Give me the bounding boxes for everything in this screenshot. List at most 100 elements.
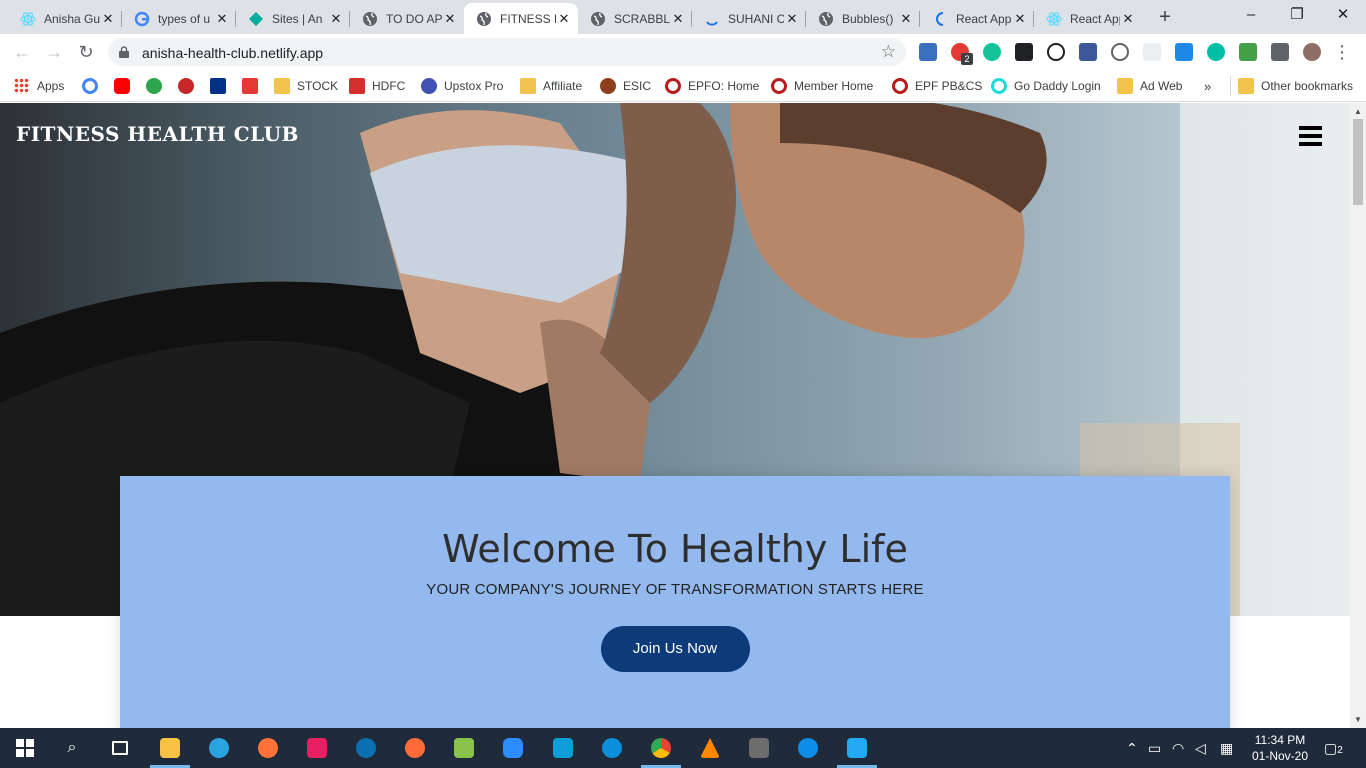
translate-extension-icon[interactable] [919,43,937,61]
teamviewer-icon[interactable] [796,736,820,760]
task-view-icon[interactable] [108,736,132,760]
volume-icon[interactable]: ◁ [1195,740,1206,757]
bookmark-godaddy[interactable]: Go Daddy Login [991,76,1101,96]
bookmark-apps[interactable]: Apps [14,76,64,96]
bookmark-stock[interactable]: STOCK [274,76,338,96]
close-icon[interactable]: ✕ [898,11,914,27]
close-icon[interactable]: ✕ [556,11,572,27]
bookmark-paypal[interactable] [210,76,233,96]
calculator-icon[interactable] [747,736,771,760]
scroll-up-icon[interactable]: ▲ [1354,107,1362,116]
remote-app-icon[interactable] [551,736,575,760]
telegram-icon[interactable] [207,736,231,760]
bookmark-hdfc[interactable]: HDFC [349,76,405,96]
close-icon[interactable]: ✕ [214,11,230,27]
bookmark-arrow[interactable] [242,76,265,96]
bookmark-esic[interactable]: ESIC [600,76,651,96]
tab-google[interactable]: types of u ✕ [122,3,236,34]
tab-anisha[interactable]: Anisha Gu ✕ [8,3,122,34]
media-app-icon[interactable] [305,736,329,760]
chart-extension-icon[interactable] [1239,43,1257,61]
notifications-count: 2 [1337,745,1343,756]
edge-icon[interactable] [600,736,624,760]
bookmarks-overflow-button[interactable]: » [1204,76,1211,96]
download-extension-icon[interactable] [1079,43,1097,61]
tab-suhani[interactable]: SUHANI C ✕ [692,3,806,34]
red-arrow-icon [242,78,258,94]
bookmark-affiliate[interactable]: Affiliate [520,76,582,96]
bookmark-google[interactable] [82,76,105,96]
reload-icon[interactable]: ↻ [74,40,98,64]
network-app-icon[interactable] [354,736,378,760]
clock-date: 01-Nov-20 [1251,749,1309,763]
bookmark-red[interactable] [178,76,201,96]
battery-icon[interactable]: ▭ [1148,740,1161,757]
blank-extension-icon[interactable] [1143,43,1161,61]
file-explorer-icon[interactable] [158,736,182,760]
bookmark-star-icon[interactable]: ☆ [881,42,896,62]
zoom-icon[interactable] [501,736,525,760]
notifications-icon[interactable]: ▢2 [1324,740,1343,757]
join-us-button[interactable]: Join Us Now [600,626,750,672]
link-extension-icon[interactable] [1047,43,1065,61]
close-icon[interactable]: ✕ [442,11,458,27]
minimize-button[interactable]: – [1228,0,1274,30]
bookmark-green[interactable] [146,76,169,96]
bookmark-youtube[interactable] [114,76,137,96]
close-icon[interactable]: ✕ [328,11,344,27]
vertical-scrollbar[interactable]: ▲ ▼ [1350,103,1366,728]
bookmark-epf-pbcs[interactable]: EPF PB&CS [892,76,982,96]
close-window-button[interactable]: ✕ [1320,0,1366,30]
search-icon[interactable]: ⌕ [60,736,84,760]
m-extension-icon[interactable] [1207,43,1225,61]
wifi-icon[interactable]: ◠ [1172,740,1184,757]
other-bookmarks[interactable]: Other bookmarks [1230,76,1353,96]
tab-title: React App [956,11,1012,26]
firefox-icon[interactable] [256,736,280,760]
postman-icon[interactable] [403,736,427,760]
bookmark-epfo-home[interactable]: EPFO: Home [665,76,759,96]
circle-extension-icon[interactable] [1111,43,1129,61]
back-arrow-icon[interactable]: ← [10,40,34,64]
tab-todo[interactable]: TO DO AP ✕ [350,3,464,34]
tab-react-app-2[interactable]: React App ✕ [1034,3,1142,34]
chevron-up-icon[interactable]: ⌃ [1126,740,1138,757]
url-text[interactable]: anisha-health-club.netlify.app [142,45,323,61]
vlc-icon[interactable] [698,736,722,760]
tab-sites[interactable]: Sites | An ✕ [236,3,350,34]
chrome-icon[interactable] [649,736,673,760]
puzzle-icon[interactable] [1271,43,1289,61]
editor-app-icon[interactable] [452,736,476,760]
bookmark-member-home[interactable]: Member Home [771,76,873,96]
tab-bubbles[interactable]: Bubbles() ✕ [806,3,920,34]
vscode-icon[interactable] [845,736,869,760]
new-tab-button[interactable]: + [1154,6,1176,28]
close-icon[interactable]: ✕ [1120,11,1136,27]
scroll-down-icon[interactable]: ▼ [1354,715,1362,724]
restore-button[interactable]: ❐ [1274,0,1320,30]
forward-arrow-icon[interactable]: → [42,40,66,64]
tab-react-app-1[interactable]: React App ✕ [920,3,1034,34]
tab-fitness[interactable]: FITNESS H ✕ [464,3,578,34]
address-bar[interactable]: anisha-health-club.netlify.app ☆ [108,38,906,66]
cube-extension-icon[interactable] [1015,43,1033,61]
site-brand[interactable]: FITNESS HEALTH CLUB [16,122,299,146]
grammarly-icon[interactable] [983,43,1001,61]
windows-start-icon[interactable] [13,736,37,760]
netlify-icon [248,11,264,27]
bookmark-ad-web[interactable]: Ad Web [1117,76,1182,96]
globe-icon [476,11,492,27]
hamburger-menu-icon[interactable] [1299,126,1322,146]
close-icon[interactable]: ✕ [670,11,686,27]
menu-dots-icon[interactable]: ⋮ [1330,40,1354,64]
close-icon[interactable]: ✕ [1012,11,1028,27]
tab-scrabble[interactable]: SCRABBLE ✕ [578,3,692,34]
close-icon[interactable]: ✕ [784,11,800,27]
system-clock[interactable]: 11:34 PM 01-Nov-20 [1250,732,1310,764]
profile-avatar[interactable] [1303,43,1321,61]
close-icon[interactable]: ✕ [100,11,116,27]
bookmark-upstox[interactable]: Upstox Pro [421,76,503,96]
screen-extension-icon[interactable] [1175,43,1193,61]
keyboard-icon[interactable]: ▦ [1220,740,1233,757]
scroll-thumb[interactable] [1353,119,1363,205]
